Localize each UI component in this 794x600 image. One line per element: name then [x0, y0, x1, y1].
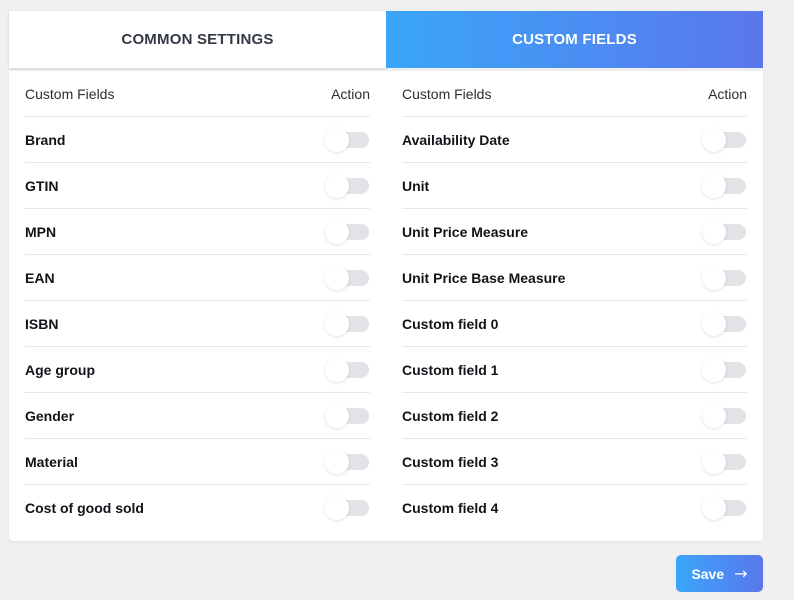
toggle-knob [702, 357, 726, 382]
field-row: Unit [402, 163, 747, 209]
field-toggle[interactable] [325, 173, 369, 198]
toggle-knob [702, 265, 726, 290]
toggle-knob [702, 173, 726, 198]
field-toggle[interactable] [702, 403, 746, 428]
toggle-knob [702, 496, 726, 520]
field-toggle[interactable] [325, 403, 369, 428]
field-label: GTIN [25, 177, 59, 194]
tab-common-settings[interactable]: COMMON SETTINGS [9, 11, 386, 68]
toggle-knob [702, 219, 726, 244]
toggle-knob [702, 403, 726, 428]
field-row: Brand [25, 117, 370, 163]
field-label: Gender [25, 407, 75, 424]
column-header: Custom Fields Action [402, 71, 747, 117]
field-toggle[interactable] [325, 496, 369, 520]
field-toggle[interactable] [325, 357, 369, 382]
field-toggle[interactable] [702, 219, 746, 244]
column-header-action: Action [331, 85, 370, 102]
field-label: EAN [25, 269, 55, 286]
column-header: Custom Fields Action [25, 71, 370, 117]
field-label: Availability Date [402, 131, 510, 148]
save-button-label: Save [691, 565, 725, 582]
field-label: Unit [402, 177, 430, 194]
column-header-fields: Custom Fields [402, 85, 492, 102]
field-label: ISBN [25, 315, 59, 332]
tab-bar: COMMON SETTINGS CUSTOM FIELDS [9, 11, 763, 68]
toggle-knob [325, 173, 349, 198]
field-toggle[interactable] [325, 219, 369, 244]
field-toggle[interactable] [702, 127, 746, 152]
field-row: Cost of good sold [25, 485, 370, 531]
field-label: Cost of good sold [25, 500, 144, 516]
field-toggle[interactable] [325, 127, 369, 152]
toggle-knob [325, 265, 349, 290]
save-button[interactable]: Save → [676, 555, 763, 592]
left-field-column: Custom Fields Action Brand GTIN MPN EAN ISBN… [25, 71, 370, 531]
toggle-knob [325, 219, 349, 244]
toggle-knob [325, 127, 349, 152]
toggle-knob [702, 311, 726, 336]
custom-fields-panel: Custom Fields Action Brand GTIN MPN EAN ISBN… [9, 71, 763, 541]
field-label: Custom field 3 [402, 453, 499, 470]
field-row: MPN [25, 209, 370, 255]
field-row: ISBN [25, 301, 370, 347]
field-row: Unit Price Measure [402, 209, 747, 255]
field-toggle[interactable] [702, 496, 746, 520]
field-row: Custom field 2 [402, 393, 747, 439]
field-row: Material [25, 439, 370, 485]
field-row: Custom field 3 [402, 439, 747, 485]
toggle-knob [325, 403, 349, 428]
field-toggle[interactable] [702, 265, 746, 290]
field-toggle[interactable] [702, 449, 746, 474]
field-toggle[interactable] [325, 449, 369, 474]
field-row: Gender [25, 393, 370, 439]
field-label: Custom field 2 [402, 407, 499, 424]
field-label: Age group [25, 361, 95, 378]
field-row: Custom field 0 [402, 301, 747, 347]
field-toggle[interactable] [325, 311, 369, 336]
toggle-knob [702, 127, 726, 152]
arrow-right-icon: → [734, 564, 748, 583]
field-toggle[interactable] [702, 311, 746, 336]
field-label: Material [25, 453, 78, 470]
field-toggle[interactable] [702, 173, 746, 198]
field-row: EAN [25, 255, 370, 301]
field-label: Custom field 1 [402, 361, 499, 378]
field-row: Unit Price Base Measure [402, 255, 747, 301]
right-rows: Availability Date Unit Unit Price Measure U… [402, 117, 747, 531]
tab-custom-fields[interactable]: CUSTOM FIELDS [386, 11, 763, 68]
field-toggle[interactable] [325, 265, 369, 290]
column-header-fields: Custom Fields [25, 85, 115, 102]
toggle-knob [702, 449, 726, 474]
field-label: Custom field 4 [402, 500, 499, 516]
field-row: GTIN [25, 163, 370, 209]
right-field-column: Custom Fields Action Availability Date Un… [402, 71, 747, 531]
toggle-knob [325, 496, 349, 520]
field-label: Unit Price Measure [402, 223, 529, 240]
field-toggle[interactable] [702, 357, 746, 382]
field-label: Brand [25, 131, 66, 148]
field-row: Custom field 4 [402, 485, 747, 531]
field-row: Age group [25, 347, 370, 393]
toggle-knob [325, 449, 349, 474]
field-label: Custom field 0 [402, 315, 499, 332]
left-rows: Brand GTIN MPN EAN ISBN Age group Gender Materi… [25, 117, 370, 531]
field-label: Unit Price Base Measure [402, 269, 566, 286]
field-row: Availability Date [402, 117, 747, 163]
field-label: MPN [25, 223, 57, 240]
toggle-knob [325, 357, 349, 382]
column-header-action: Action [708, 85, 747, 102]
toggle-knob [325, 311, 349, 336]
field-row: Custom field 1 [402, 347, 747, 393]
